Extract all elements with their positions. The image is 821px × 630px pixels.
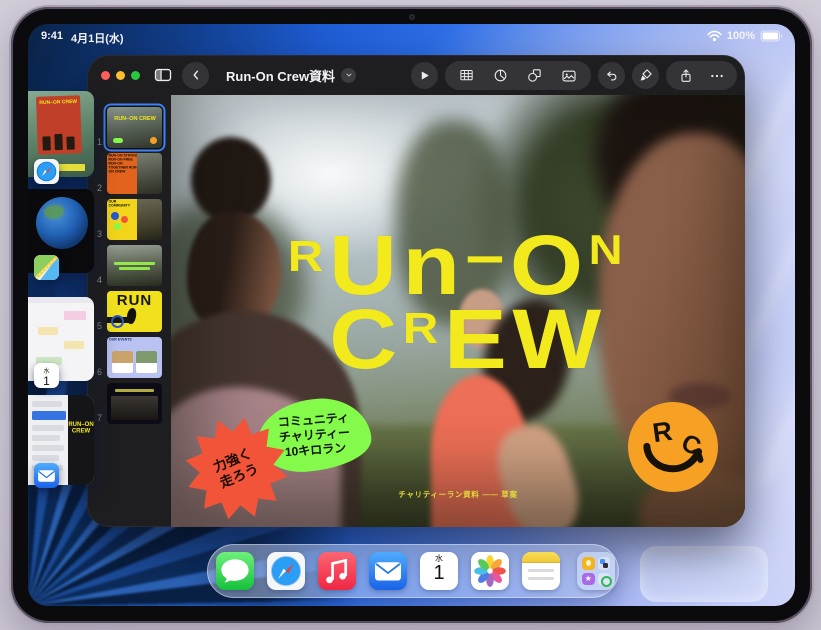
- thumb6-title: OUR EVENTS: [107, 337, 162, 342]
- title-letter: N: [589, 229, 629, 271]
- poster-preview: RUN–ON CREW: [36, 95, 82, 155]
- media-icon[interactable]: [560, 67, 578, 85]
- slide-canvas[interactable]: R U n – O N C R E W コミュニティ チャリティー 10キロラン: [171, 95, 745, 527]
- keynote-window: Run-On Crew資料: [87, 55, 745, 527]
- safari-icon: [34, 159, 59, 184]
- title-letter: W: [512, 297, 606, 381]
- table-icon[interactable]: [458, 67, 475, 84]
- notes-header: [522, 552, 560, 563]
- slide-thumbnail-4[interactable]: [107, 245, 162, 286]
- sticker-letter-r: R: [651, 416, 674, 448]
- chart-icon[interactable]: [492, 67, 509, 84]
- slide-thumbnail-5[interactable]: RUN 10K: [107, 291, 162, 332]
- app-library-tile: ★: [582, 573, 595, 586]
- poster-title: RUN–ON CREW: [36, 99, 80, 106]
- minimize-window-button[interactable]: [116, 71, 125, 80]
- dock-calendar-icon[interactable]: 水 1: [420, 552, 458, 590]
- slide-thumbnail-6[interactable]: OUR EVENTS: [107, 337, 162, 378]
- thumb6-card: [112, 351, 133, 373]
- title-letter: C: [329, 297, 403, 381]
- slide-navigator: RUN–ON CREW 1 RUN-ON STRONG RUN-ON FREE …: [87, 95, 171, 527]
- battery-percent: 100%: [727, 30, 755, 42]
- photo-backdrop: 9:41 4月1日(水) 100% RUN–ON CREW: [0, 0, 821, 630]
- ipad-device: 9:41 4月1日(水) 100% RUN–ON CREW: [9, 5, 814, 625]
- zoom-window-button[interactable]: [131, 71, 140, 80]
- mail-preview-pane: RUN–ON CREW: [68, 395, 94, 485]
- back-button[interactable]: [182, 62, 209, 89]
- dock-photos-icon[interactable]: [471, 552, 509, 590]
- title-letter: R: [403, 307, 444, 351]
- slide-thumbnail-3[interactable]: OUR COMMUNITY: [107, 199, 162, 240]
- ipad-screen: 9:41 4月1日(水) 100% RUN–ON CREW: [28, 24, 795, 606]
- keynote-toolbar: Run-On Crew資料: [87, 55, 745, 95]
- rc-smiley-sticker[interactable]: R C: [627, 401, 719, 493]
- mail-icon: [34, 463, 59, 488]
- badge-line: 10キロラン: [284, 440, 346, 459]
- dock-messages-icon[interactable]: [216, 552, 254, 590]
- status-indicators[interactable]: 100%: [707, 30, 783, 42]
- slide-caption[interactable]: チャリティーラン資料 ―― 草案: [398, 489, 517, 500]
- notes-line: [528, 577, 554, 580]
- title-letter: R: [288, 235, 329, 279]
- title-letter: E: [444, 297, 512, 381]
- title-letter: –: [466, 225, 510, 287]
- wallpaper-highlight: [640, 546, 768, 602]
- slide-thumbnail-1[interactable]: RUN–ON CREW: [107, 107, 162, 148]
- dock-safari-icon[interactable]: [267, 552, 305, 590]
- slide-thumbnail-2[interactable]: RUN-ON STRONG RUN-ON FREE RUN-ON TOGETHE…: [107, 153, 162, 194]
- status-bar: 9:41 4月1日(水) 100%: [28, 29, 795, 45]
- shapes-icon[interactable]: [526, 67, 543, 84]
- share-more-group: [666, 61, 737, 90]
- calendar-icon: 水1: [34, 363, 59, 388]
- mail-poster-text: RUN–ON CREW: [68, 421, 94, 434]
- status-date: 4月1日(水): [71, 30, 124, 46]
- slide-title-line2[interactable]: C R E W: [329, 301, 607, 381]
- notes-line: [528, 569, 554, 572]
- dock-notes-icon[interactable]: [522, 552, 560, 590]
- maps-icon: [34, 255, 59, 280]
- sidebar-toggle-icon[interactable]: [153, 65, 173, 85]
- chevron-down-icon: [341, 68, 356, 83]
- thumb2-text: RUN-ON STRONG RUN-ON FREE RUN-ON TOGETHE…: [107, 153, 139, 174]
- more-icon[interactable]: [709, 68, 725, 84]
- app-library-tile: [598, 573, 611, 586]
- thumb5-badge-circle: [111, 315, 124, 328]
- thumb5-word: RUN: [107, 292, 162, 309]
- battery-icon: [760, 30, 783, 42]
- slide-number: 4: [87, 275, 102, 285]
- wifi-icon: [707, 30, 722, 42]
- thumb1-title: RUN–ON CREW: [107, 116, 162, 122]
- play-button[interactable]: [411, 62, 438, 89]
- dock-app-library-icon[interactable]: ★: [577, 552, 615, 590]
- document-title-menu[interactable]: Run-On Crew資料: [226, 66, 356, 85]
- dock-music-icon[interactable]: [318, 552, 356, 590]
- undo-icon[interactable]: [598, 62, 625, 89]
- format-brush-icon[interactable]: [632, 62, 659, 89]
- slide-thumbnail-7[interactable]: [107, 383, 162, 424]
- document-title: Run-On Crew資料: [226, 66, 335, 85]
- thumb3-title: OUR COMMUNITY: [107, 199, 139, 208]
- front-camera: [409, 14, 415, 20]
- close-window-button[interactable]: [101, 71, 110, 80]
- calendar-day: 1: [420, 563, 458, 584]
- app-library-tile: [598, 557, 611, 570]
- globe-graphic: [36, 197, 88, 249]
- status-time: 9:41: [41, 30, 63, 46]
- insert-tools-group: [445, 61, 591, 90]
- window-traffic-lights[interactable]: [101, 71, 140, 80]
- status-time-date[interactable]: 9:41 4月1日(水): [41, 30, 124, 46]
- app-library-tile: [582, 557, 595, 570]
- dock: 水 1: [207, 544, 619, 598]
- thumb6-card: [136, 351, 157, 373]
- dock-mail-icon[interactable]: [369, 552, 407, 590]
- share-icon[interactable]: [678, 68, 694, 84]
